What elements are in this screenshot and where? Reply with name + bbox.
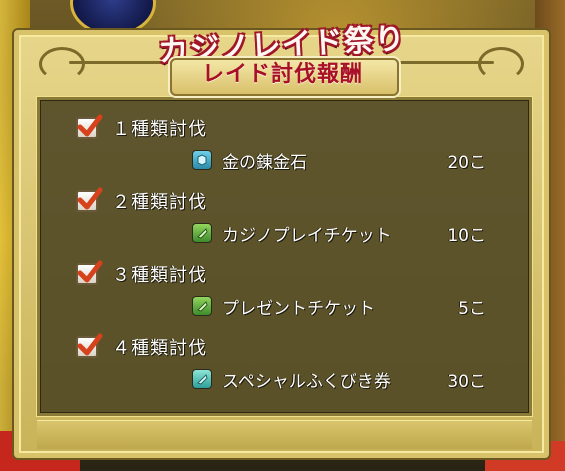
panel-subtitle: レイド討伐報酬 bbox=[201, 62, 363, 87]
reward-item: 金の錬金石 20こ bbox=[192, 146, 486, 174]
checkbox-checked-icon bbox=[76, 114, 103, 139]
condition-label: ２種類討伐 bbox=[112, 192, 207, 213]
item-quantity: 10こ bbox=[447, 225, 486, 246]
checkbox-checked-icon bbox=[76, 333, 103, 358]
reward-row: ３種類討伐 プレゼントチケット 5こ bbox=[76, 256, 496, 329]
reward-row: ２種類討伐 カジノプレイチケット 10こ bbox=[76, 183, 496, 256]
ticket-cyan-icon bbox=[192, 369, 212, 389]
ticket-green-icon bbox=[192, 223, 212, 243]
item-name: 金の錬金石 bbox=[222, 152, 307, 173]
reward-condition: ２種類討伐 bbox=[76, 183, 207, 219]
item-quantity: 30こ bbox=[447, 371, 486, 392]
item-name: スペシャルふくびき券 bbox=[222, 371, 391, 392]
reward-item: スペシャルふくびき券 30こ bbox=[192, 365, 486, 393]
reward-item: プレゼントチケット 5こ bbox=[192, 292, 486, 320]
ornament-swirl-left bbox=[39, 47, 85, 81]
ticket-green-icon bbox=[192, 296, 212, 316]
reward-list: １種類討伐 金の錬金石 20こ ２種類討伐 カジノプレイチケット 10こ ３種類… bbox=[76, 110, 496, 402]
reward-row: ４種類討伐 スペシャルふくびき券 30こ bbox=[76, 329, 496, 402]
reward-condition: １種類討伐 bbox=[76, 110, 207, 146]
reward-condition: ４種類討伐 bbox=[76, 329, 207, 365]
ornament-swirl-right bbox=[478, 47, 524, 81]
checkbox-checked-icon bbox=[76, 260, 103, 285]
checkbox-checked-icon bbox=[76, 187, 103, 212]
panel-footer bbox=[37, 420, 532, 449]
reward-row: １種類討伐 金の錬金石 20こ bbox=[76, 110, 496, 183]
reward-item: カジノプレイチケット 10こ bbox=[192, 219, 486, 247]
condition-label: ４種類討伐 bbox=[112, 338, 207, 359]
alchemy-stone-icon bbox=[192, 150, 212, 170]
condition-label: １種類討伐 bbox=[112, 119, 207, 140]
reward-condition: ３種類討伐 bbox=[76, 256, 207, 292]
item-name: プレゼントチケット bbox=[222, 298, 375, 319]
ornament-line-right bbox=[384, 61, 494, 64]
item-quantity: 20こ bbox=[447, 152, 486, 173]
item-quantity: 5こ bbox=[458, 298, 486, 319]
item-name: カジノプレイチケット bbox=[222, 225, 392, 246]
condition-label: ３種類討伐 bbox=[112, 265, 207, 286]
game-screen: カジノレイド祭り レイド討伐報酬 １種類討伐 金の錬金石 20こ ２種類討伐 カ… bbox=[0, 0, 565, 471]
